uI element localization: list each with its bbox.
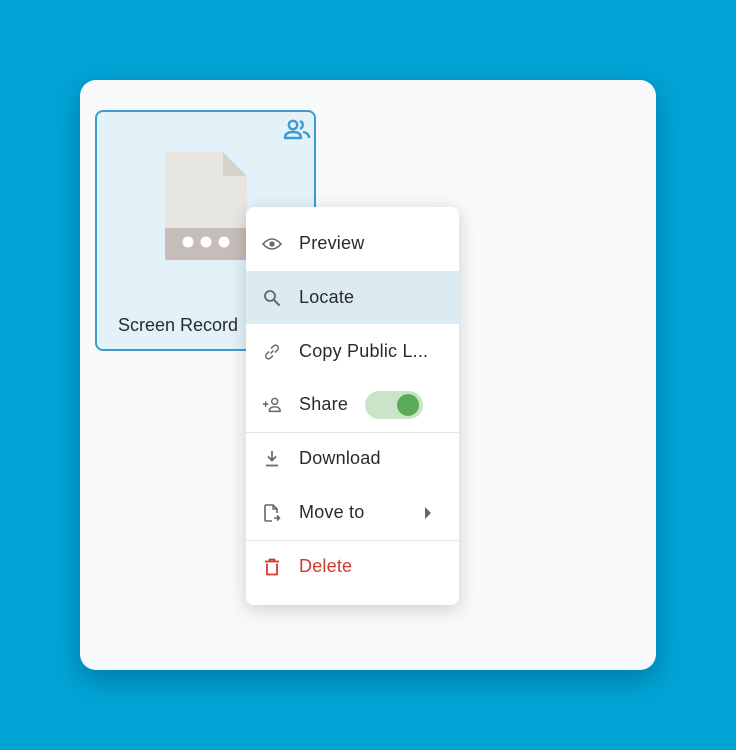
menu-item-copy-public-link[interactable]: Copy Public L...: [246, 325, 459, 378]
move-file-icon: [262, 503, 282, 523]
menu-item-share[interactable]: Share: [246, 378, 459, 431]
link-icon: [262, 342, 282, 362]
menu-label: Locate: [299, 287, 355, 307]
share-toggle[interactable]: [365, 390, 423, 419]
menu-item-download[interactable]: Download: [246, 432, 459, 485]
search-icon: [262, 288, 282, 308]
submenu-arrow-icon: [425, 506, 431, 519]
menu-label: Move to: [299, 502, 365, 522]
download-icon: [262, 449, 282, 469]
context-menu: Preview Locate Copy Public L... Share Do…: [246, 207, 459, 605]
eye-icon: [262, 234, 282, 254]
menu-label: Download: [299, 448, 381, 468]
menu-label: Share: [299, 394, 349, 414]
shared-users-icon: [283, 119, 311, 140]
menu-item-move-to[interactable]: Move to: [246, 486, 459, 539]
file-name: Screen Record: [118, 315, 239, 335]
menu-item-preview[interactable]: Preview: [246, 217, 459, 270]
menu-label: Copy Public L...: [299, 341, 429, 361]
trash-icon: [262, 557, 282, 577]
menu-label: Preview: [299, 233, 365, 253]
add-person-icon: [262, 395, 282, 415]
menu-label: Delete: [299, 556, 353, 576]
menu-item-locate[interactable]: Locate: [246, 271, 459, 324]
video-file-icon: [165, 152, 247, 260]
toggle-knob: [397, 393, 419, 416]
menu-item-delete[interactable]: Delete: [246, 540, 459, 593]
